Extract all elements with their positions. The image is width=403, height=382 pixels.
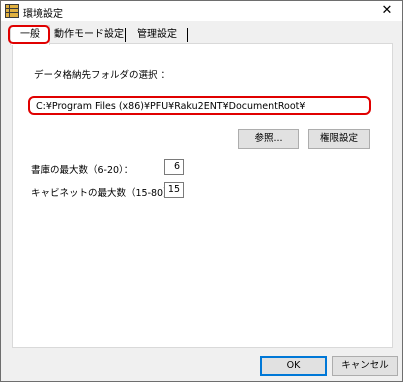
ok-button-label: OK — [286, 360, 301, 371]
folder-path-field[interactable]: C:¥Program Files (x86)¥PFU¥Raku2ENT¥Docu… — [28, 96, 371, 115]
tab-separator — [187, 28, 188, 42]
tab-admin-label: 管理設定 — [137, 29, 177, 40]
settings-dialog: 環境設定 ✕ 一般 動作モード設定 管理設定 データ格納先フォルダの選択 ： C… — [0, 0, 403, 382]
title-bar: 環境設定 ✕ — [1, 1, 402, 21]
cancel-button[interactable]: キャンセル — [332, 356, 398, 376]
folder-select-label: データ格納先フォルダの選択 ： — [34, 70, 171, 81]
cancel-button-label: キャンセル — [341, 360, 389, 371]
permission-settings-label: 権限設定 — [319, 133, 358, 144]
tab-separator — [125, 28, 126, 42]
folder-path-value: C:¥Program Files (x86)¥PFU¥Raku2ENT¥Docu… — [36, 101, 306, 112]
browse-button-label: 参照... — [254, 133, 283, 144]
tab-operation-mode-label: 動作モード設定 — [54, 29, 124, 40]
max-cabinet-input[interactable]: 15 — [164, 182, 184, 198]
browse-button[interactable]: 参照... — [238, 129, 299, 149]
close-icon: ✕ — [381, 3, 393, 18]
tab-operation-mode[interactable]: 動作モード設定 — [53, 26, 125, 43]
app-grid-icon — [5, 4, 19, 18]
tab-admin[interactable]: 管理設定 — [129, 26, 185, 43]
max-bookshelf-label: 書庫の最大数（6-20）： — [31, 165, 134, 176]
window-title: 環境設定 — [23, 9, 63, 20]
max-bookshelf-input[interactable]: 6 — [164, 159, 184, 175]
max-cabinet-label: キャビネットの最大数（15-80）： — [31, 188, 178, 199]
ok-button[interactable]: OK — [260, 356, 327, 376]
permission-settings-button[interactable]: 権限設定 — [308, 129, 370, 149]
close-button[interactable]: ✕ — [374, 1, 400, 21]
tab-highlight-box — [8, 25, 50, 44]
